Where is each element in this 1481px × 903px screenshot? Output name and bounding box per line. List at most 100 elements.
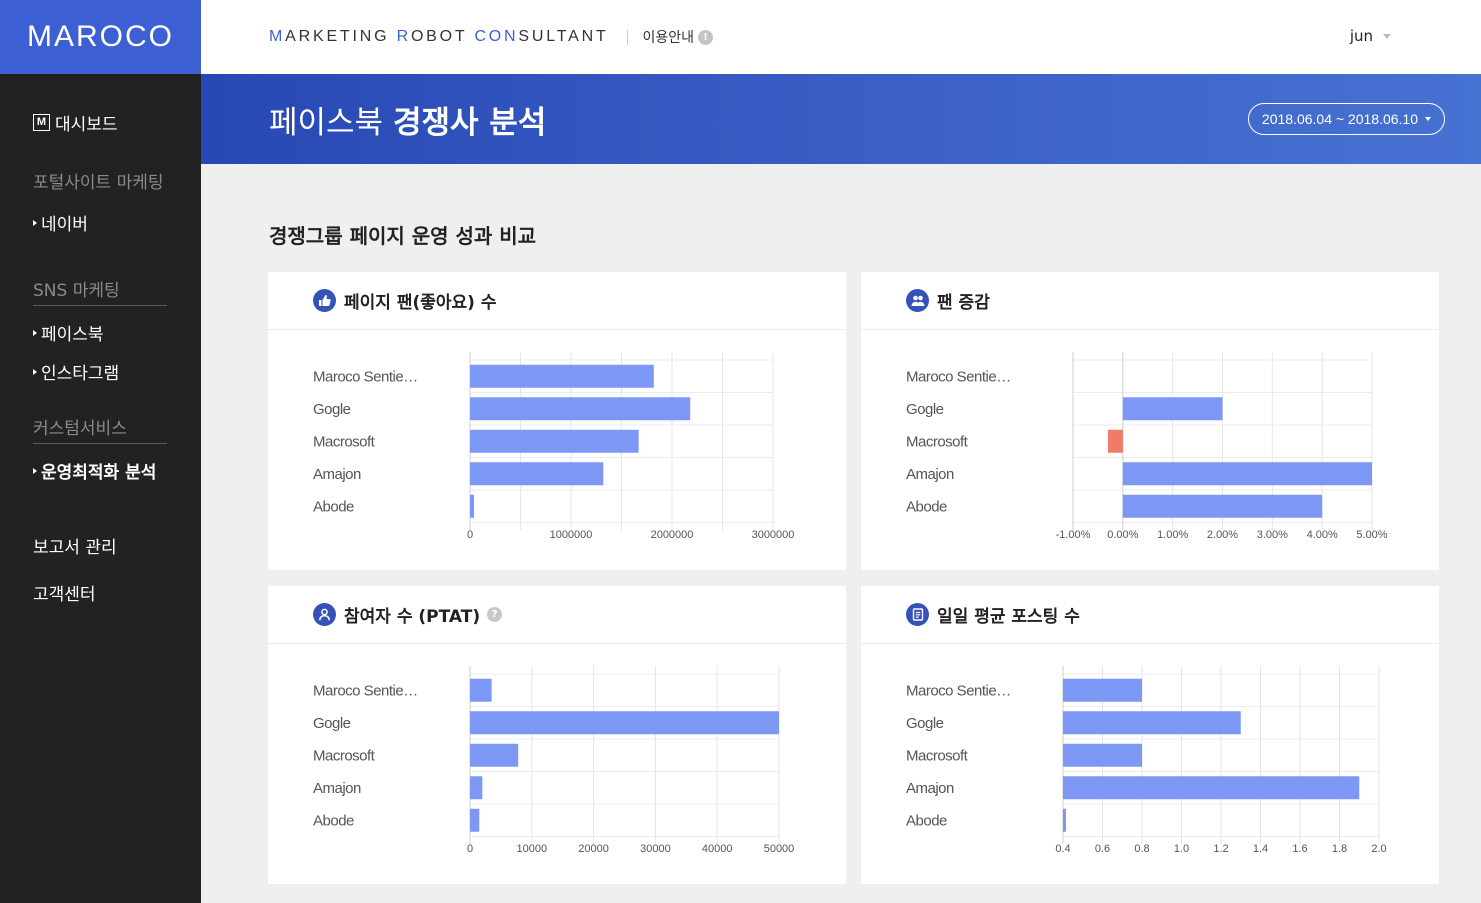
bar xyxy=(470,711,779,735)
category-label: Macrosoft xyxy=(906,433,969,450)
tick-label: 1.00% xyxy=(1157,529,1188,541)
tick-label: 20000 xyxy=(578,843,609,855)
sidebar-item-dashboard[interactable]: M 대시보드 xyxy=(33,110,201,135)
category-label: Gogle xyxy=(906,401,944,418)
date-range-picker[interactable]: 2018.06.04 ~ 2018.06.10 xyxy=(1247,103,1445,135)
category-label: Maroco Sentie… xyxy=(906,682,1011,699)
category-label: Amajon xyxy=(906,466,954,483)
tick-label: 2000000 xyxy=(651,529,694,541)
tick-label: 4.00% xyxy=(1307,529,1338,541)
logo-text: MAROCO xyxy=(27,20,174,53)
chart-page-fans: Maroco Sentie… Gogle Macrosoft Amajon Abode 0… xyxy=(313,352,795,541)
sidebar-item-facebook[interactable]: 페이스북 xyxy=(33,320,201,345)
tick-label: 1.2 xyxy=(1213,843,1228,855)
triangle-right-icon xyxy=(33,368,37,375)
category-label: Abode xyxy=(906,812,947,829)
document-icon xyxy=(906,603,929,626)
sidebar-item-label: 페이스북 xyxy=(41,325,104,345)
sidebar-nav: M 대시보드 포털사이트 마케팅 네이버 SNS 마케팅 페이스북 인스타그램 … xyxy=(0,74,201,605)
bar xyxy=(1122,494,1323,518)
tick-label: 0 xyxy=(467,529,473,541)
tick-label: 2.0 xyxy=(1371,843,1386,855)
bar xyxy=(470,776,483,800)
bar xyxy=(470,678,492,702)
bar xyxy=(1063,743,1142,767)
bar xyxy=(470,743,519,767)
tick-label: 30000 xyxy=(640,843,671,855)
category-label: Amajon xyxy=(906,780,954,797)
tick-label: 50000 xyxy=(764,843,795,855)
page-title: 페이스북 경쟁사 분석 xyxy=(269,104,547,141)
people-icon xyxy=(906,289,929,312)
card-title: 팬 증감 xyxy=(937,293,990,313)
guide-link[interactable]: 이용안내 ! xyxy=(643,27,714,47)
bar xyxy=(1063,678,1142,702)
section-custom-service: 커스텀서비스 xyxy=(33,414,167,444)
sidebar-item-naver[interactable]: 네이버 xyxy=(33,210,201,235)
card-header: 팬 증감 xyxy=(861,272,1439,330)
bar xyxy=(470,808,480,832)
tick-label: 0.4 xyxy=(1055,843,1070,855)
bar xyxy=(1063,808,1066,832)
sidebar-item-instagram[interactable]: 인스타그램 xyxy=(33,359,201,384)
section-sns-marketing: SNS 마케팅 xyxy=(33,276,167,306)
tick-label: 5.00% xyxy=(1356,529,1387,541)
tick-label: -1.00% xyxy=(1056,529,1091,541)
triangle-right-icon xyxy=(33,329,37,336)
tick-label: 0.8 xyxy=(1134,843,1149,855)
bar xyxy=(470,397,691,421)
logo[interactable]: MAROCO xyxy=(0,0,201,74)
triangle-right-icon xyxy=(33,467,37,474)
category-label: Abode xyxy=(313,812,354,829)
category-label: Macrosoft xyxy=(906,747,969,764)
category-label: Maroco Sentie… xyxy=(906,368,1011,385)
category-label: Amajon xyxy=(313,466,361,483)
tick-label: 0.6 xyxy=(1095,843,1110,855)
category-label: Gogle xyxy=(313,715,351,732)
card-header: 참여자 수 (PTAT) ? xyxy=(268,586,846,644)
category-label: Amajon xyxy=(313,780,361,797)
user-menu[interactable]: jun xyxy=(1350,27,1391,45)
sidebar-item-label: 네이버 xyxy=(41,215,88,235)
tick-label: 10000 xyxy=(517,843,548,855)
chart-daily-posting: Maroco Sentie… Gogle Macrosoft Amajon Abode 0… xyxy=(906,666,1387,855)
thumbs-up-icon xyxy=(313,289,336,312)
bar xyxy=(470,429,639,453)
card-title: 페이지 팬(좋아요) 수 xyxy=(344,293,497,313)
tick-label: 0 xyxy=(467,843,473,855)
tick-label: 3000000 xyxy=(752,529,795,541)
bar xyxy=(1063,776,1360,800)
sidebar-item-label: 대시보드 xyxy=(55,114,118,135)
category-label: Maroco Sentie… xyxy=(313,368,418,385)
card-header: 일일 평균 포스팅 수 xyxy=(861,586,1439,644)
bar xyxy=(470,364,654,388)
sidebar-item-label: 인스타그램 xyxy=(41,364,120,384)
tick-label: 1.8 xyxy=(1332,843,1347,855)
sidebar-item-report[interactable]: 보고서 관리 xyxy=(33,533,201,558)
tick-label: 40000 xyxy=(702,843,733,855)
sidebar-item-optimization[interactable]: 운영최적화 분석 xyxy=(33,458,201,483)
chart-ptat: Maroco Sentie… Gogle Macrosoft Amajon Abode 0… xyxy=(313,666,795,855)
card-title: 일일 평균 포스팅 수 xyxy=(937,607,1080,627)
top-header: MARKETING ROBOT CONSULTANT 이용안내 ! jun xyxy=(201,0,1481,74)
triangle-right-icon xyxy=(33,219,37,226)
chevron-down-icon xyxy=(1383,33,1391,39)
card-page-fans: 페이지 팬(좋아요) 수 Maroco Sentie… Gogle Macrosof… xyxy=(268,272,846,570)
help-icon[interactable]: ? xyxy=(487,607,503,622)
tick-label: 0.00% xyxy=(1107,529,1138,541)
bar xyxy=(1107,429,1123,453)
category-label: Gogle xyxy=(313,401,351,418)
dashboard-icon: M xyxy=(33,113,50,131)
bar xyxy=(1122,462,1372,486)
tick-label: 1.0 xyxy=(1174,843,1189,855)
card-fan-growth: 팬 증감 Maroco Sentie… Gogle Macrosoft Amajon A… xyxy=(861,272,1439,570)
bar xyxy=(470,462,604,486)
category-label: Maroco Sentie… xyxy=(313,682,418,699)
page-banner: 페이스북 경쟁사 분석 2018.06.04 ~ 2018.06.10 xyxy=(201,74,1481,164)
caret-down-icon xyxy=(1425,117,1431,121)
person-icon xyxy=(313,603,336,626)
bar xyxy=(1063,711,1241,735)
tick-label: 2.00% xyxy=(1207,529,1238,541)
sidebar-item-support[interactable]: 고객센터 xyxy=(33,580,201,605)
info-icon: ! xyxy=(698,29,714,45)
